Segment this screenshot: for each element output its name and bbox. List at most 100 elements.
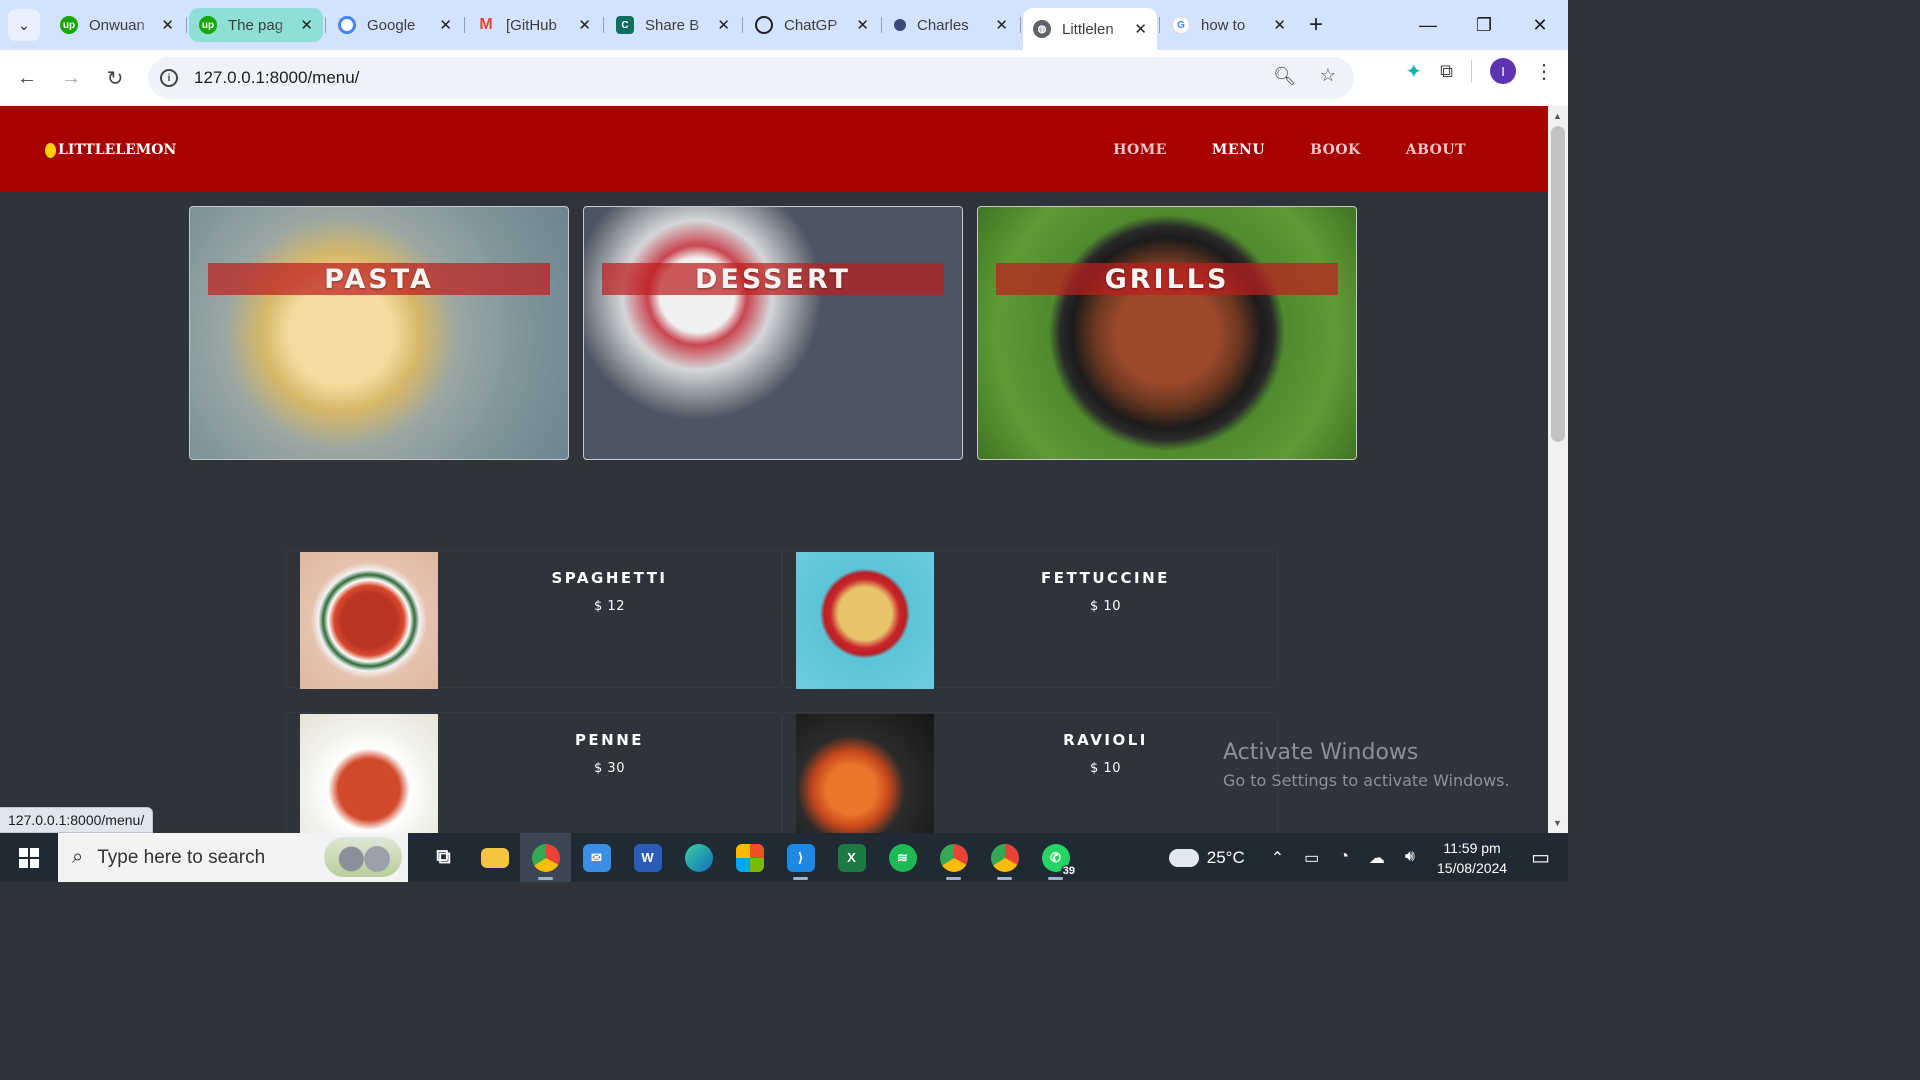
close-window-icon[interactable]: ✕ xyxy=(1512,0,1568,50)
minimize-icon[interactable]: — xyxy=(1400,0,1456,50)
coursera-c-icon: C xyxy=(616,16,634,34)
page-scrollbar[interactable]: ▲ ▼ xyxy=(1548,106,1568,833)
search-icon: ⌕ xyxy=(72,846,84,868)
category-card-grills[interactable]: GRILLS xyxy=(977,206,1357,460)
tab-title: ChatGP xyxy=(784,16,838,34)
close-tab-icon[interactable]: ✕ xyxy=(856,16,869,34)
taskbar-clock[interactable]: 11:59 pm 15/08/2024 xyxy=(1437,838,1507,878)
nav-book[interactable]: BOOK xyxy=(1310,142,1361,158)
browser-tab[interactable]: G how to ✕ xyxy=(1159,8,1296,42)
category-title: DESSERT xyxy=(695,263,851,295)
tab-search-button[interactable]: ⌄ xyxy=(8,9,40,41)
edge-icon[interactable] xyxy=(673,833,724,882)
address-bar[interactable]: i 127.0.0.1:8000/menu/ 🔍︎ ☆ xyxy=(148,57,1354,99)
onedrive-icon[interactable]: ☁ xyxy=(1369,848,1385,868)
category-banner: PASTA xyxy=(208,263,550,295)
tab-title: Charles xyxy=(917,16,969,34)
menu-item-name: SPAGHETTI xyxy=(551,569,668,587)
task-view-icon[interactable]: ⧉ xyxy=(418,833,469,882)
category-title: GRILLS xyxy=(1104,263,1230,295)
browser-tab[interactable]: Google ✕ xyxy=(325,8,462,42)
category-card-dessert[interactable]: DESSERT xyxy=(583,206,963,460)
browser-tab[interactable]: C Share B ✕ xyxy=(603,8,740,42)
tab-title: Share B xyxy=(645,16,700,34)
volume-icon[interactable]: 🔊︎ xyxy=(1405,848,1415,868)
tab-title: how to xyxy=(1201,16,1246,34)
chrome-profile-2-icon[interactable] xyxy=(979,833,1030,882)
restore-icon[interactable]: ❐ xyxy=(1456,0,1512,50)
close-tab-icon[interactable]: ✕ xyxy=(1273,16,1286,34)
zoom-icon[interactable]: 🔍︎ xyxy=(1273,66,1296,87)
new-tab-icon[interactable]: + xyxy=(1309,11,1323,39)
category-card-pasta[interactable]: PASTA xyxy=(189,206,569,460)
scroll-up-arrow-icon[interactable]: ▲ xyxy=(1553,111,1562,121)
profile-avatar[interactable]: I xyxy=(1490,58,1516,84)
spotify-icon[interactable]: ≋ xyxy=(877,833,928,882)
whatsapp-icon[interactable]: ✆ 39 xyxy=(1030,833,1081,882)
close-tab-icon[interactable]: ✕ xyxy=(161,16,174,34)
menu-item-card[interactable]: PENNE $ 30 xyxy=(286,712,782,833)
site-info-icon[interactable]: i xyxy=(160,69,178,87)
mail-icon[interactable]: ✉ xyxy=(571,833,622,882)
upwork-icon: up xyxy=(60,16,78,34)
excel-icon[interactable]: X xyxy=(826,833,877,882)
menu-item-card[interactable]: SPAGHETTI $ 12 xyxy=(286,550,782,689)
chrome-icon[interactable] xyxy=(520,833,571,882)
address-bar-url[interactable]: 127.0.0.1:8000/menu/ xyxy=(194,68,359,88)
microsoft-store-icon[interactable] xyxy=(724,833,775,882)
tab-title: Google xyxy=(367,16,416,34)
toolbar-actions: ✦ ⧉ I ⋮ xyxy=(1405,58,1554,84)
menu-item-name: FETTUCCINE xyxy=(1041,569,1170,587)
browser-tab[interactable]: up Onwuan ✕ xyxy=(50,8,184,42)
tray-icons: ⌃ ▭ ◔ ☁ 🔊︎ xyxy=(1271,848,1415,868)
browser-tab[interactable]: M [GitHub ✕ xyxy=(464,8,601,42)
tab-title: The pag xyxy=(228,16,284,34)
chrome-profile-icon[interactable] xyxy=(928,833,979,882)
category-cards: PASTA DESSERT GRILLS xyxy=(189,206,1357,460)
browser-toolbar: ← → ↻ i 127.0.0.1:8000/menu/ 🔍︎ ☆ ✦ ⧉ I … xyxy=(0,50,1568,106)
browser-tab-strip: ⌄ up Onwuan ✕ up The pag ✕ Google ✕ M [G… xyxy=(0,0,1568,50)
notifications-icon[interactable]: ▭ xyxy=(1531,845,1550,870)
browser-tab-active[interactable]: ◍ Littlelen ✕ xyxy=(1020,8,1157,50)
nav-menu[interactable]: MENU xyxy=(1212,142,1265,158)
close-tab-icon[interactable]: ✕ xyxy=(578,16,591,34)
taskbar-apps: ⧉ ✉ W ⟩ X ≋ ✆ 39 xyxy=(418,833,1081,882)
menu-item-price: $ 10 xyxy=(1090,599,1121,614)
vscode-icon[interactable]: ⟩ xyxy=(775,833,826,882)
close-tab-icon[interactable]: ✕ xyxy=(439,16,452,34)
browser-tab[interactable]: up The pag ✕ xyxy=(186,8,323,42)
word-icon[interactable]: W xyxy=(622,833,673,882)
close-tab-icon[interactable]: ✕ xyxy=(717,16,730,34)
more-menu-icon[interactable]: ⋮ xyxy=(1534,59,1554,84)
weather-temperature: 25°C xyxy=(1206,847,1245,867)
reload-icon[interactable]: ↻ xyxy=(93,58,137,98)
browser-tab[interactable]: Charles ✕ xyxy=(881,8,1018,42)
nav-home[interactable]: HOME xyxy=(1113,142,1167,158)
weather-widget[interactable]: 25°C xyxy=(1168,847,1245,868)
close-tab-icon[interactable]: ✕ xyxy=(995,16,1008,34)
nav-about[interactable]: ABOUT xyxy=(1406,142,1466,158)
back-arrow-icon[interactable]: ← xyxy=(5,58,49,98)
network-icon[interactable]: ◔ xyxy=(1339,848,1349,868)
file-explorer-icon[interactable] xyxy=(469,833,520,882)
close-tab-icon[interactable]: ✕ xyxy=(300,16,313,34)
start-button[interactable] xyxy=(0,833,58,882)
scrollbar-thumb[interactable] xyxy=(1551,126,1565,442)
battery-icon[interactable]: ▭ xyxy=(1304,848,1319,868)
menu-item-card[interactable]: RAVIOLI $ 10 xyxy=(782,712,1278,833)
close-tab-icon[interactable]: ✕ xyxy=(1134,20,1147,38)
browser-tab[interactable]: ChatGP ✕ xyxy=(742,8,879,42)
globe-icon: ◍ xyxy=(1033,20,1051,38)
menu-items: SPAGHETTI $ 12 FETTUCCINE $ 10 PENNE $ 3… xyxy=(286,550,1278,833)
bookmark-star-icon[interactable]: ☆ xyxy=(1320,65,1336,86)
menu-item-price: $ 12 xyxy=(594,599,625,614)
taskbar-search-box[interactable]: ⌕ Type here to search xyxy=(58,833,408,882)
show-hidden-icons-chevron-icon[interactable]: ⌃ xyxy=(1271,848,1284,868)
extension-bird-icon[interactable]: ✦ xyxy=(1405,59,1422,84)
menu-item-card[interactable]: FETTUCCINE $ 10 xyxy=(782,550,1278,689)
tab-title: Littlelen xyxy=(1062,20,1114,38)
scroll-down-arrow-icon[interactable]: ▼ xyxy=(1553,818,1562,828)
site-logo[interactable]: LITTLELEMON xyxy=(45,142,176,158)
extensions-puzzle-icon[interactable]: ⧉ xyxy=(1440,61,1453,82)
forward-arrow-icon[interactable]: → xyxy=(49,58,93,98)
